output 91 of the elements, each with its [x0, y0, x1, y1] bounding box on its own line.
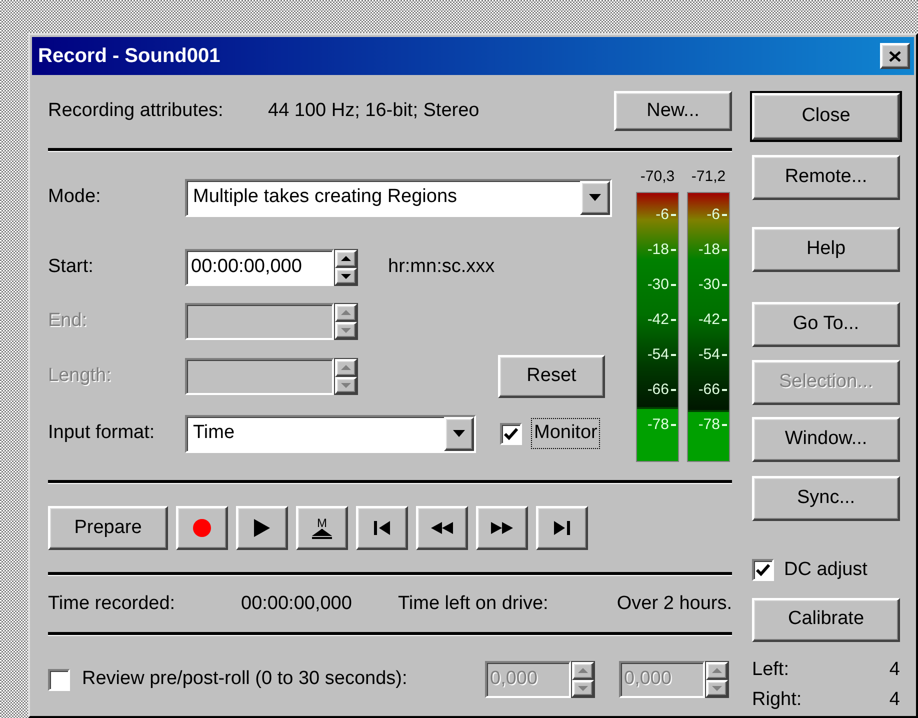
field-label: Mode:	[48, 185, 102, 210]
meter-scale-label: -18	[698, 240, 727, 260]
meter-scale-label: -6	[656, 205, 676, 225]
record-icon	[192, 518, 212, 538]
meter-scale-label: -66	[698, 380, 727, 400]
tick-mark	[722, 389, 727, 391]
field-label: End:	[48, 309, 88, 334]
meter-scale-label: -78	[698, 415, 727, 435]
input-field[interactable]: 00:00:00,000	[185, 249, 334, 286]
tick-mark	[722, 249, 727, 251]
rewind-icon	[431, 522, 453, 534]
checkmark-icon	[504, 428, 518, 440]
tick-mark	[722, 319, 727, 321]
field-label: Input format:	[48, 421, 156, 446]
transport-button[interactable]	[176, 506, 228, 550]
dropdown-button[interactable]	[580, 180, 610, 214]
checkmark-icon	[756, 564, 770, 576]
tick-mark	[722, 284, 727, 286]
checkbox[interactable]	[500, 422, 522, 444]
dialog-button[interactable]: Sync...	[752, 476, 900, 521]
window-title: Record - Sound001	[38, 44, 220, 69]
reset-button[interactable]: Reset	[498, 355, 605, 398]
caret-icon	[589, 194, 601, 201]
checkbox[interactable]	[752, 559, 774, 582]
time-left-value: Over 2 hours.	[616, 592, 732, 616]
meter-scale-label: -6	[706, 205, 727, 225]
tick-mark	[671, 354, 676, 356]
skip-forward-icon	[554, 521, 570, 535]
transport-button[interactable]	[416, 506, 468, 550]
spin-buttons[interactable]	[334, 249, 358, 286]
prepare-button[interactable]: Prepare	[48, 506, 168, 550]
attributes-label: Recording attributes:	[48, 98, 224, 123]
field-label: Length:	[48, 364, 112, 388]
play-icon	[254, 519, 270, 537]
offset-label: Right:	[752, 688, 802, 712]
transport-button[interactable]	[476, 506, 528, 550]
tick-mark	[671, 214, 676, 216]
new-button[interactable]: New...	[614, 91, 732, 131]
dialog-button[interactable]: Help	[752, 227, 900, 272]
meter-scale-label: -54	[647, 345, 676, 365]
tick-mark	[722, 214, 727, 216]
field-label: Start:	[48, 255, 94, 280]
meter-scale-label: -42	[647, 310, 676, 330]
dropdown-button[interactable]	[444, 416, 474, 450]
spin-buttons[interactable]	[334, 358, 358, 395]
close-button[interactable]	[880, 43, 910, 69]
transport-button[interactable]: M	[296, 506, 348, 550]
time-recorded-value: 00:00:00,000	[241, 592, 353, 616]
tick-mark	[671, 249, 676, 251]
tick-mark	[671, 424, 676, 426]
review-label: Review pre/post-roll (0 to 30 seconds):	[82, 667, 408, 692]
fast-forward-icon	[491, 522, 513, 534]
dialog-button[interactable]: Window...	[752, 417, 900, 462]
peak-reading: -71,2	[690, 167, 727, 186]
monitor-label[interactable]: Monitor	[532, 419, 600, 448]
time-recorded-label: Time recorded:	[48, 592, 176, 616]
transport-button[interactable]	[356, 506, 408, 550]
close-icon	[889, 50, 901, 62]
spin-buttons[interactable]	[705, 661, 729, 698]
dialog-button[interactable]: Go To...	[752, 302, 900, 347]
calibrate-button[interactable]: Calibrate	[752, 598, 900, 642]
transport-button[interactable]	[536, 506, 588, 550]
time-left-label: Time left on drive:	[398, 592, 548, 616]
attributes-value: 44 100 Hz; 16-bit; Stereo	[268, 98, 480, 123]
meter-scale-label: -30	[698, 275, 727, 295]
offset-value: 4	[889, 688, 900, 712]
transport-button[interactable]	[236, 506, 288, 550]
spin-buttons[interactable]	[571, 661, 595, 698]
spin-buttons[interactable]	[334, 303, 358, 340]
offset-value: 4	[889, 658, 900, 682]
format-hint: hr:mn:sc.xxx	[388, 255, 495, 280]
tick-mark	[671, 389, 676, 391]
offset-label: Left:	[752, 658, 789, 682]
dropdown[interactable]: Time	[185, 414, 476, 452]
tick-mark	[722, 424, 727, 426]
meter-scale-label: -42	[698, 310, 727, 330]
meter-scale-label: -18	[647, 240, 676, 260]
meter-scale-label: -30	[647, 275, 676, 295]
dialog-button[interactable]: Close	[752, 93, 900, 140]
peak-reading: -70,3	[639, 167, 676, 186]
dropdown[interactable]: Multiple takes creating Regions	[185, 178, 612, 216]
tick-mark	[671, 319, 676, 321]
meter-scale-label: -54	[698, 345, 727, 365]
meter-scale-label: -78	[647, 415, 676, 435]
meter-scale-label: -66	[647, 380, 676, 400]
tick-mark	[722, 354, 727, 356]
dc-adjust-label: DC adjust	[784, 558, 868, 582]
caret-icon	[453, 430, 465, 437]
tick-mark	[671, 284, 676, 286]
skip-back-icon	[374, 521, 390, 535]
dialog-button[interactable]: Remote...	[752, 155, 900, 200]
